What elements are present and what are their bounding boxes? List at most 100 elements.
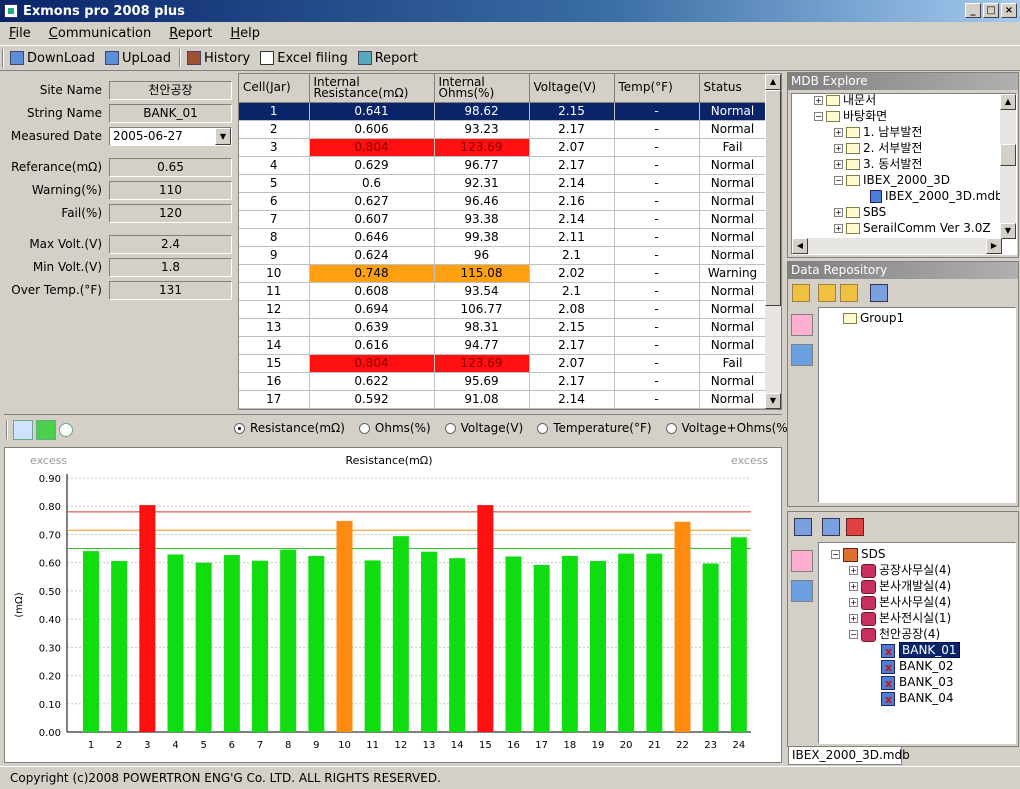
tree-node-sds[interactable]: − SDS	[831, 546, 885, 562]
collapse-icon[interactable]: −	[831, 550, 840, 559]
table-row[interactable]: 6 0.627 96.46 2.16- Normal	[239, 192, 767, 211]
tree-node-site[interactable]: + 공장사무실(4)	[849, 562, 951, 578]
tree-node[interactable]: +2. 서부발전	[834, 140, 922, 156]
grid-icon[interactable]	[822, 518, 840, 536]
minimize-button[interactable]: _	[965, 3, 981, 18]
menu-communication[interactable]: Communication	[40, 26, 160, 41]
collapse-icon[interactable]: −	[849, 630, 858, 639]
menu-report[interactable]: Report	[160, 26, 221, 41]
table-row[interactable]: 2 0.606 93.23 2.17- Normal	[239, 120, 767, 139]
table-row[interactable]: 14 0.616 94.77 2.17- Normal	[239, 336, 767, 355]
scroll-thumb[interactable]	[765, 90, 781, 306]
tree-node[interactable]: + 내문서	[814, 94, 876, 108]
edit-folder-icon[interactable]	[840, 284, 858, 302]
menu-file[interactable]: File	[0, 26, 40, 41]
tree-node-site[interactable]: + 본사전시실(1)	[849, 610, 951, 626]
scroll-up-icon[interactable]: ▲	[1000, 94, 1016, 110]
radio-temperature[interactable]: Temperature(°F)	[537, 421, 652, 435]
expand-icon[interactable]: +	[834, 208, 843, 217]
measured-date-select[interactable]: 2005-06-27 ▼	[109, 127, 232, 146]
scroll-down-icon[interactable]: ▼	[1000, 223, 1016, 239]
tree-node[interactable]: + SBS	[834, 204, 886, 220]
scroll-left-icon[interactable]: ◀	[792, 238, 808, 254]
expand-icon[interactable]: +	[849, 582, 858, 591]
cell-data-grid[interactable]: Cell(Jar) Internal Resistance(mΩ) Intern…	[238, 73, 782, 410]
header-internal-ohms[interactable]: Internal Ohms(%)	[434, 74, 530, 103]
table-row[interactable]: 5 0.6 92.31 2.14- Normal	[239, 174, 767, 193]
scroll-right-icon[interactable]: ▶	[986, 238, 1002, 254]
maximize-button[interactable]: □	[983, 3, 999, 18]
expand-icon[interactable]: +	[834, 160, 843, 169]
pink-bag-icon[interactable]	[791, 550, 813, 572]
table-row[interactable]: 4 0.629 96.77 2.17- Normal	[239, 156, 767, 175]
warning-field[interactable]: 110	[109, 181, 232, 200]
header-voltage[interactable]: Voltage(V)	[529, 74, 615, 103]
sds-tree[interactable]: − SDS + 공장사무실(4) + 본사개발실(4) + 본사사무실(4) + 본사전시…	[818, 542, 1016, 744]
tree-node-group1[interactable]: Group1	[843, 310, 904, 326]
tree-node[interactable]: − IBEX_2000_3D	[834, 172, 950, 188]
tree-node-bank[interactable]: BANK_02	[881, 658, 954, 676]
report-button[interactable]: Report	[354, 51, 424, 66]
table-row[interactable]: 1 0.641 98.62 2.15- Normal	[239, 102, 767, 121]
reference-field[interactable]: 0.65	[109, 158, 232, 177]
excel-filing-button[interactable]: Excel filing	[256, 51, 353, 66]
tree-node-bank[interactable]: BANK_04	[881, 690, 954, 708]
history-button[interactable]: History	[183, 51, 256, 66]
table-row[interactable]: 15 0.804 123.69 2.07- Fail	[239, 354, 767, 373]
mdb-file-tab[interactable]: IBEX_2000_3D.mdb	[788, 747, 910, 765]
expand-icon[interactable]: +	[849, 614, 858, 623]
max-volt-field[interactable]: 2.4	[109, 235, 232, 254]
mdb-vscroll[interactable]: ▲ ▼	[1000, 94, 1016, 239]
open-folder-icon[interactable]	[792, 284, 810, 302]
table-row[interactable]: 8 0.646 99.38 2.11- Normal	[239, 228, 767, 247]
repository-tree[interactable]: Group1	[818, 307, 1016, 503]
scroll-down-icon[interactable]: ▼	[765, 393, 781, 409]
collapse-icon[interactable]: −	[814, 112, 823, 121]
blue-bag-icon[interactable]	[791, 344, 813, 366]
delete-icon[interactable]	[846, 518, 864, 536]
tree-node[interactable]: − 바탕화면	[814, 108, 887, 124]
table-row[interactable]: 9 0.624 96 2.1- Normal	[239, 246, 767, 265]
chart-view-icon[interactable]	[13, 419, 33, 440]
table-row[interactable]: 7 0.607 93.38 2.14- Normal	[239, 210, 767, 229]
table-row[interactable]: 3 0.804 123.69 2.07- Fail	[239, 138, 767, 157]
grid-scrollbar[interactable]: ▲ ▼	[765, 74, 781, 409]
tree-node-mdb-file[interactable]: IBEX_2000_3D.mdb	[870, 188, 1003, 204]
up-arrow-icon[interactable]	[794, 518, 812, 536]
tree-node-bank[interactable]: BANK_03	[881, 674, 954, 692]
expand-icon[interactable]: +	[834, 128, 843, 137]
radio-resistance[interactable]: Resistance(mΩ)	[234, 421, 345, 435]
tree-node-site[interactable]: − 천안공장(4)	[849, 626, 940, 642]
pink-bag-icon[interactable]	[791, 314, 813, 336]
scroll-thumb[interactable]	[1000, 144, 1016, 166]
table-row[interactable]: 16 0.622 95.69 2.17- Normal	[239, 372, 767, 391]
close-button[interactable]: ×	[1001, 3, 1017, 18]
tree-node-site[interactable]: + 본사개발실(4)	[849, 578, 951, 594]
expand-icon[interactable]: +	[814, 96, 823, 105]
expand-icon[interactable]: +	[849, 598, 858, 607]
header-temp[interactable]: Temp(°F)	[614, 74, 700, 103]
expand-icon[interactable]: +	[834, 224, 843, 233]
radio-voltage[interactable]: Voltage(V)	[444, 421, 523, 435]
add-folder-icon[interactable]	[818, 284, 836, 302]
header-status[interactable]: Status	[699, 74, 767, 103]
table-row[interactable]: 13 0.639 98.31 2.15- Normal	[239, 318, 767, 337]
site-name-field[interactable]: 천안공장	[109, 81, 232, 100]
mdb-tree[interactable]: + 내문서 − 바탕화면 +1. 남부발전 +2. 서부발전 +3. 동서발전 − I…	[791, 93, 1017, 255]
string-name-field[interactable]: BANK_01	[109, 104, 232, 123]
expand-icon[interactable]: +	[834, 144, 843, 153]
blue-bag-icon[interactable]	[791, 580, 813, 602]
download-button[interactable]: DownLoad	[6, 51, 101, 66]
table-row[interactable]: 17 0.592 91.08 2.14- Normal	[239, 390, 767, 409]
refresh-icon[interactable]	[870, 284, 888, 302]
table-row[interactable]: 11 0.608 93.54 2.1- Normal	[239, 282, 767, 301]
tree-node[interactable]: +1. 남부발전	[834, 124, 922, 140]
collapse-icon[interactable]: −	[834, 176, 843, 185]
tree-node[interactable]: +3. 동서발전	[834, 156, 922, 172]
upload-button[interactable]: UpLoad	[101, 51, 177, 66]
table-row[interactable]: 12 0.694 106.77 2.08- Normal	[239, 300, 767, 319]
expand-icon[interactable]: +	[849, 566, 858, 575]
zoom-icon[interactable]	[59, 422, 73, 437]
menu-help[interactable]: Help	[221, 26, 269, 41]
radio-ohms[interactable]: Ohms(%)	[358, 421, 431, 435]
